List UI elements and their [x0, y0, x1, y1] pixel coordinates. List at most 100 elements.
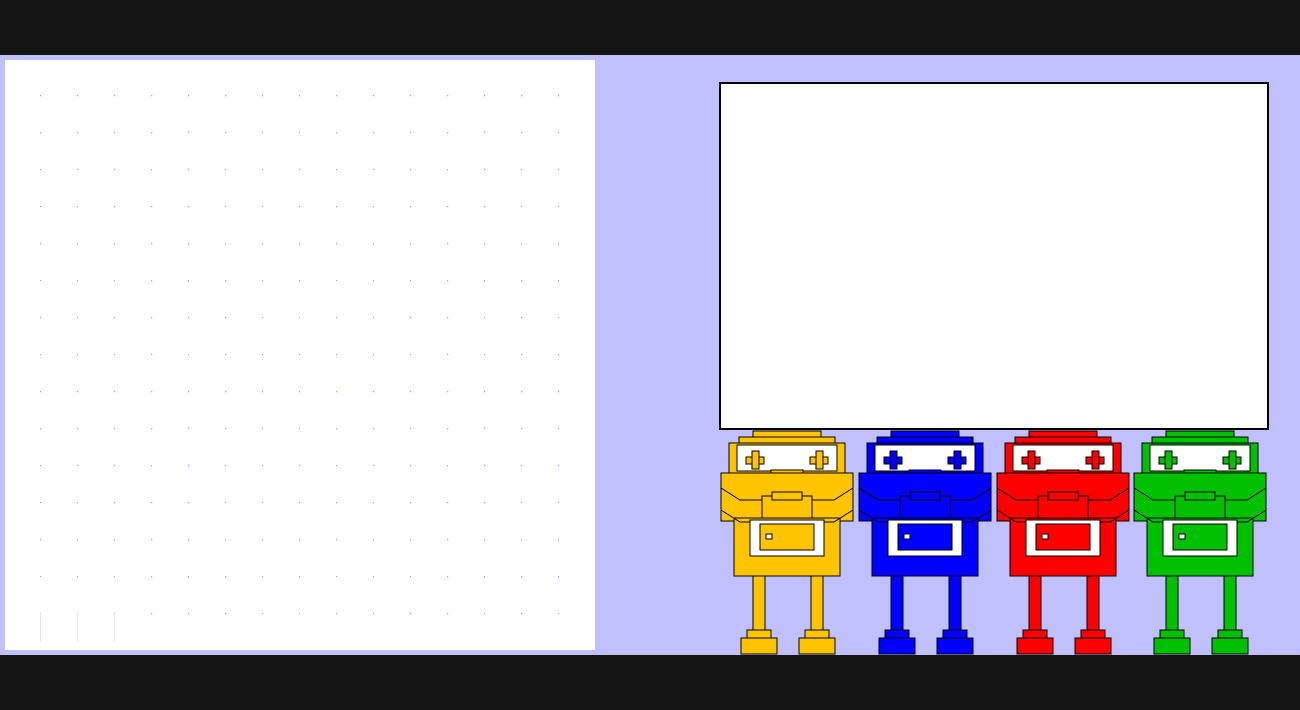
message-box: [719, 82, 1269, 430]
grid-dot: [484, 539, 486, 541]
grid-dot: [151, 539, 153, 541]
grid-dot: [151, 502, 153, 504]
grid-dot: [188, 502, 190, 504]
grid-dot: [336, 465, 338, 467]
grid-dot: [151, 169, 153, 171]
grid-dot: [299, 206, 301, 208]
grid-dot: [262, 354, 264, 356]
grid-dot: [225, 317, 227, 319]
grid-dot: [40, 243, 42, 245]
grid-dot: [373, 243, 375, 245]
grid-dot: [262, 280, 264, 282]
grid-dot: [521, 243, 523, 245]
grid-dot: [77, 317, 79, 319]
grid-dot: [410, 502, 412, 504]
grid-dot: [114, 391, 116, 393]
grid-dot: [262, 132, 264, 134]
grid-dot: [373, 613, 375, 615]
grid-dot: [299, 576, 301, 578]
grid-dot: [558, 502, 560, 504]
green-robot[interactable]: [1133, 430, 1269, 655]
grid-dot: [447, 317, 449, 319]
grid-dot: [558, 465, 560, 467]
grid-dot: [373, 465, 375, 467]
grid-dot: [40, 391, 42, 393]
grid-dot: [262, 317, 264, 319]
grid-dot: [299, 169, 301, 171]
grid-dot: [188, 391, 190, 393]
blue-robot[interactable]: [858, 430, 994, 655]
grid-dot: [336, 576, 338, 578]
grid-dot: [410, 539, 412, 541]
grid-dot: [77, 502, 79, 504]
grid-dot: [484, 243, 486, 245]
grid-dot: [299, 132, 301, 134]
grid-dot: [262, 243, 264, 245]
bottom-bar: [0, 655, 1300, 710]
grid-dot: [336, 613, 338, 615]
grid-dot: [447, 169, 449, 171]
grid-dot: [558, 243, 560, 245]
grid-dot: [151, 428, 153, 430]
grid-dot: [336, 243, 338, 245]
yellow-robot[interactable]: [720, 430, 856, 655]
grid-dot: [188, 428, 190, 430]
grid-dot: [188, 539, 190, 541]
grid-dot: [447, 132, 449, 134]
grid-dot: [558, 613, 560, 615]
grid-dot: [484, 428, 486, 430]
grid-dot: [225, 391, 227, 393]
grid-dot: [558, 354, 560, 356]
grid-dot: [114, 502, 116, 504]
grid-dot: [188, 613, 190, 615]
grid-dot: [558, 317, 560, 319]
grid-dot: [225, 428, 227, 430]
grid-board[interactable]: [5, 60, 595, 650]
grid-dot: [77, 243, 79, 245]
grid-dot: [151, 206, 153, 208]
grid-dot: [521, 280, 523, 282]
grid-dot: [188, 354, 190, 356]
grid-dot: [558, 95, 560, 97]
grid-dot: [40, 95, 42, 97]
grid-dot: [262, 428, 264, 430]
grid-dot: [336, 206, 338, 208]
grid-dot: [225, 280, 227, 282]
grid-dot: [410, 391, 412, 393]
grid-dot: [299, 428, 301, 430]
grid-dot: [262, 613, 264, 615]
grid-dot: [484, 169, 486, 171]
grid-dot: [447, 428, 449, 430]
grid-dot: [262, 169, 264, 171]
grid-dot: [447, 95, 449, 97]
grid-dot: [40, 169, 42, 171]
grid-dot: [77, 539, 79, 541]
grid-dot: [410, 243, 412, 245]
game-stage: [0, 55, 1300, 655]
grid-dot: [151, 317, 153, 319]
grid-dot: [40, 502, 42, 504]
grid-dot: [447, 502, 449, 504]
grid-dot: [188, 132, 190, 134]
grid-dot: [114, 132, 116, 134]
grid-dot: [336, 354, 338, 356]
grid-dot: [225, 465, 227, 467]
grid-dot: [410, 95, 412, 97]
grid-dot: [188, 169, 190, 171]
grid-dot: [299, 243, 301, 245]
red-robot[interactable]: [996, 430, 1132, 655]
grid-dot: [299, 95, 301, 97]
grid-dot: [521, 502, 523, 504]
grid-dot: [77, 576, 79, 578]
grid-dot: [336, 95, 338, 97]
grid-dot: [558, 576, 560, 578]
grid-dot: [225, 169, 227, 171]
grid-dot: [188, 465, 190, 467]
grid-dot: [447, 539, 449, 541]
grid-dot: [373, 428, 375, 430]
grid-dot: [447, 280, 449, 282]
grid-dot: [410, 613, 412, 615]
grid-dot: [262, 576, 264, 578]
grid-dot: [373, 132, 375, 134]
grid-dot: [558, 132, 560, 134]
